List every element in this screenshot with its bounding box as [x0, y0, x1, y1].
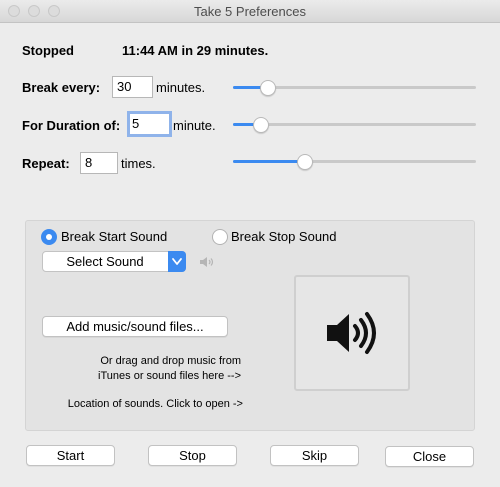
break-stop-sound-radio[interactable]	[212, 229, 228, 245]
duration-label: For Duration of:	[22, 118, 121, 133]
select-sound-value: Select Sound	[66, 254, 144, 269]
duration-slider-knob[interactable]	[253, 117, 269, 133]
add-sound-files-button[interactable]: Add music/sound files...	[42, 316, 228, 337]
break-start-sound-label[interactable]: Break Start Sound	[61, 229, 167, 244]
stop-button[interactable]: Stop	[148, 445, 237, 466]
drag-drop-note-line1: Or drag and drop music from	[100, 355, 241, 367]
break-every-field[interactable]: 30	[112, 76, 153, 98]
preferences-window: Take 5 Preferences Stopped 11:44 AM in 2…	[0, 0, 500, 487]
window-title: Take 5 Preferences	[193, 4, 306, 19]
drag-drop-note-line2: iTunes or sound files here -->	[98, 370, 241, 382]
status-state: Stopped	[22, 43, 74, 58]
duration-slider[interactable]	[233, 115, 476, 135]
drag-drop-note: Or drag and drop music from iTunes or so…	[60, 354, 241, 384]
skip-button[interactable]: Skip	[270, 445, 359, 466]
select-sound-popup[interactable]: Select Sound	[42, 251, 186, 272]
chevron-down-icon[interactable]	[168, 251, 186, 272]
close-button[interactable]: Close	[385, 446, 474, 467]
speaker-icon	[327, 312, 376, 354]
title-bar: Take 5 Preferences	[0, 0, 500, 23]
break-every-label: Break every:	[22, 80, 101, 95]
break-start-sound-radio[interactable]	[41, 229, 57, 245]
duration-field[interactable]: 5	[127, 111, 172, 137]
sound-drop-well[interactable]	[294, 275, 410, 391]
sound-location-link[interactable]: Location of sounds. Click to open ->	[40, 397, 243, 412]
status-next-break: 11:44 AM in 29 minutes.	[122, 43, 269, 58]
repeat-slider[interactable]	[233, 152, 476, 172]
repeat-field[interactable]: 8	[80, 152, 118, 174]
break-every-unit: minutes.	[156, 80, 206, 95]
repeat-slider-knob[interactable]	[297, 154, 313, 170]
start-button[interactable]: Start	[26, 445, 115, 466]
repeat-label: Repeat:	[22, 156, 70, 171]
duration-unit: minute.	[173, 118, 216, 133]
speaker-small-icon[interactable]	[199, 255, 217, 272]
break-every-slider[interactable]	[233, 78, 476, 98]
repeat-unit: times.	[121, 156, 156, 171]
break-stop-sound-label[interactable]: Break Stop Sound	[231, 229, 337, 244]
break-every-slider-knob[interactable]	[260, 80, 276, 96]
